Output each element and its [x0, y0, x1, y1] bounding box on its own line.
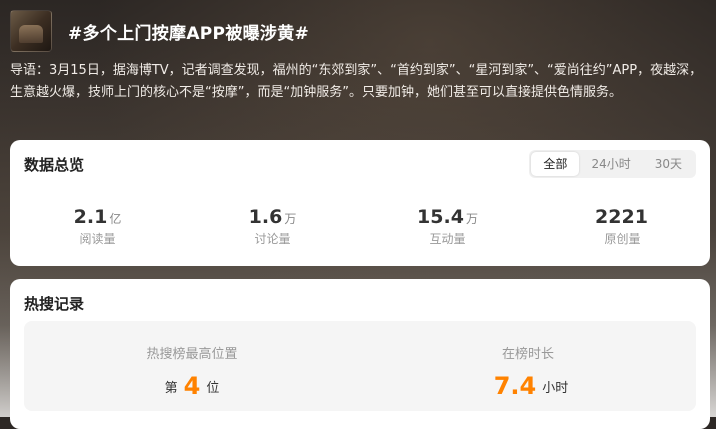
- overview-card: 数据总览 全部 24小时 30天 2.1 亿 阅读量 1.6 万 讨论量 15.4 万…: [10, 140, 710, 266]
- stat-originals: 2221 原创量: [535, 206, 710, 247]
- peak-position: 热搜榜最高位置 第4位: [24, 321, 360, 411]
- overview-title: 数据总览: [24, 156, 85, 174]
- peak-prefix: 第: [164, 381, 178, 396]
- stat-value: 1.6: [248, 206, 283, 228]
- hot-search-card: 热搜记录 热搜榜最高位置 第4位 在榜时长 7.4 小时: [10, 279, 710, 429]
- stat-unit: 亿: [109, 212, 122, 226]
- tab-30d[interactable]: 30天: [643, 152, 694, 176]
- topic-title: #多个上门按摩APP被曝涉黄#: [68, 23, 310, 44]
- stat-label: 原创量: [604, 232, 641, 246]
- duration-value: 7.4: [493, 372, 537, 400]
- stat-discussions: 1.6 万 讨论量: [185, 206, 360, 247]
- stat-reads: 2.1 亿 阅读量: [10, 206, 185, 247]
- topic-intro: 导语：3月15日，据海博TV，记者调查发现，福州的“东郊到家”、“首约到家”、“…: [10, 63, 703, 100]
- peak-suffix: 位: [206, 381, 220, 396]
- stat-label: 互动量: [429, 232, 466, 246]
- stat-value: 15.4: [417, 206, 464, 228]
- stat-value: 2221: [595, 206, 648, 228]
- stat-label: 阅读量: [79, 232, 116, 246]
- topic-header: #多个上门按摩APP被曝涉黄#: [10, 10, 309, 52]
- hot-search-record: 热搜榜最高位置 第4位 在榜时长 7.4 小时: [24, 321, 696, 411]
- duration-suffix: 小时: [542, 381, 569, 396]
- on-list-duration: 在榜时长 7.4 小时: [360, 321, 696, 411]
- peak-value: 4: [183, 372, 201, 400]
- stats-row: 2.1 亿 阅读量 1.6 万 讨论量 15.4 万 互动量 2221 原创量: [10, 206, 710, 247]
- hot-search-title: 热搜记录: [24, 295, 85, 313]
- topic-thumbnail[interactable]: [10, 10, 52, 52]
- stat-unit: 万: [465, 212, 478, 226]
- duration-label: 在榜时长: [501, 347, 554, 362]
- stat-label: 讨论量: [254, 232, 291, 246]
- tab-all[interactable]: 全部: [531, 152, 580, 176]
- peak-label: 热搜榜最高位置: [146, 347, 238, 362]
- stat-value: 2.1: [73, 206, 108, 228]
- stat-unit: 万: [284, 212, 297, 226]
- tab-24h[interactable]: 24小时: [579, 152, 642, 176]
- time-range-tabs: 全部 24小时 30天: [529, 150, 696, 178]
- stat-interactions: 15.4 万 互动量: [360, 206, 535, 247]
